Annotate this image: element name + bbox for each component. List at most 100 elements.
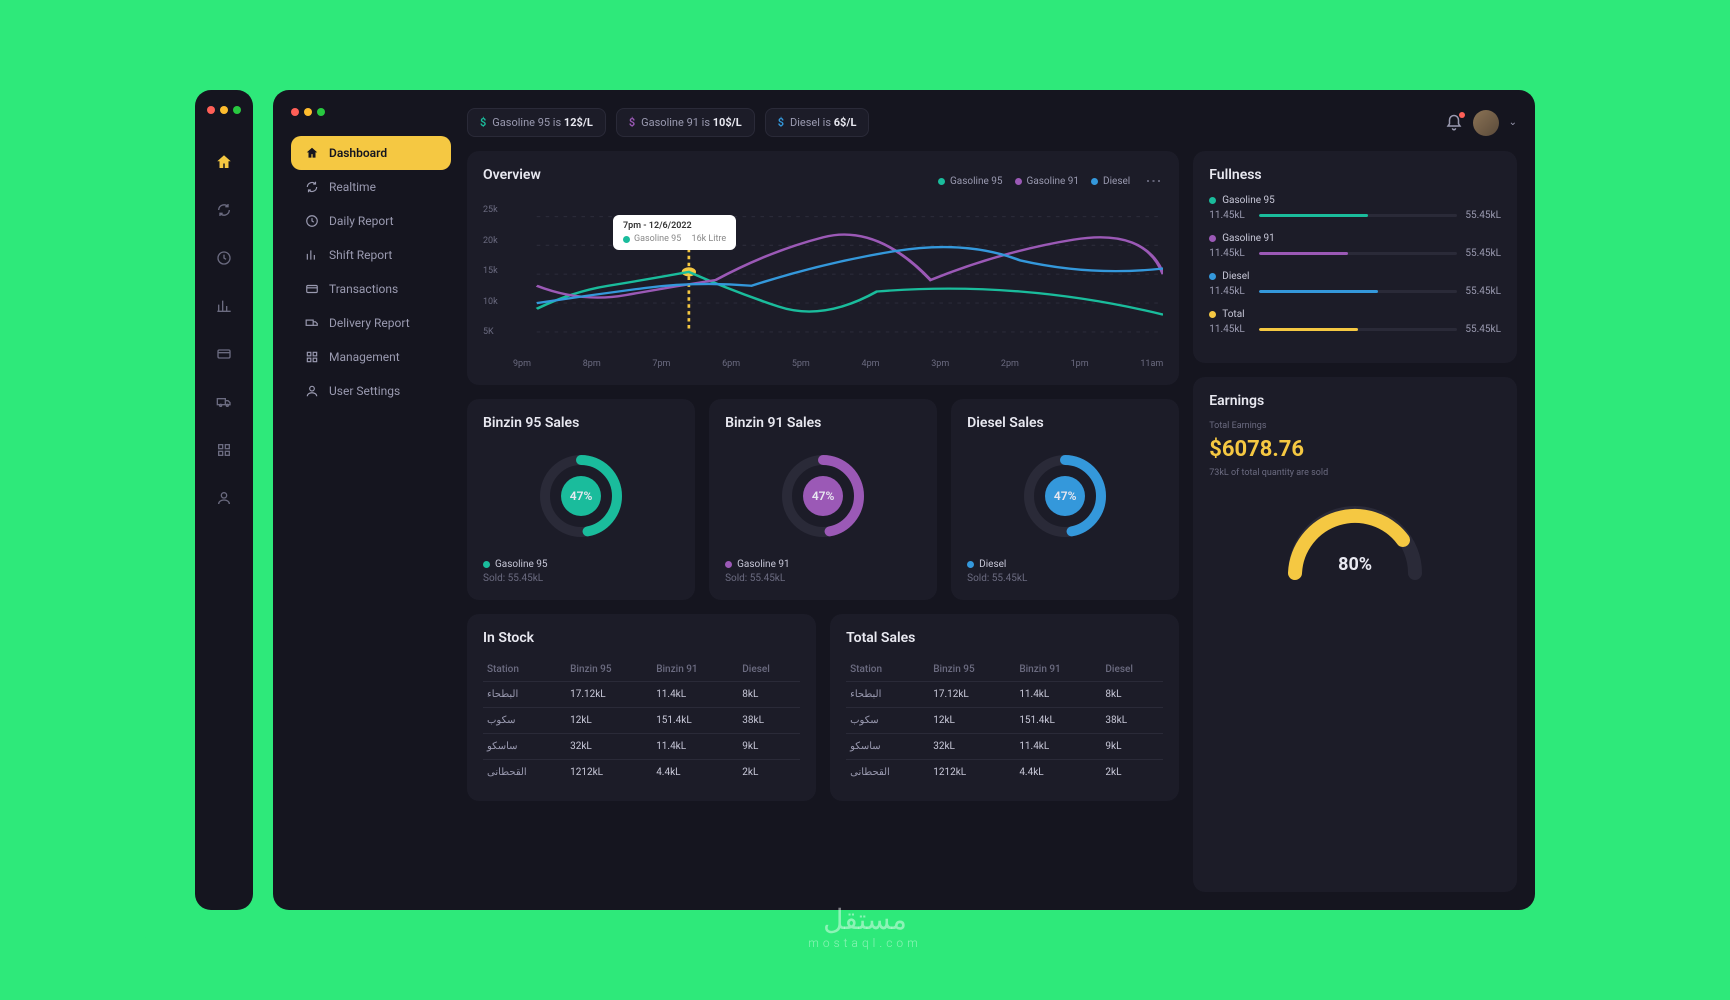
chevron-down-icon[interactable]: ⌄: [1509, 117, 1517, 128]
overview-card: Overview Gasoline 95Gasoline 91Diesel ⋮ …: [467, 151, 1179, 385]
sales-card: Diesel Sales 47% Diesel Sold: 55.45kL: [951, 399, 1179, 600]
table-header: Diesel: [738, 658, 800, 682]
table-row: سكوب12kL151.4kL38kL: [846, 708, 1163, 734]
table-row: القحطانى1212kL4.4kL2kL: [846, 760, 1163, 786]
table-header: Diesel: [1101, 658, 1163, 682]
nav-label: Management: [329, 350, 400, 364]
donut-pct: 47%: [536, 451, 626, 541]
tooltip-title: 7pm - 12/6/2022: [623, 221, 726, 231]
table-header: Station: [846, 658, 929, 682]
sidebar-item-realtime[interactable]: Realtime: [291, 170, 451, 204]
nav-label: User Settings: [329, 384, 400, 398]
sales-label: Diesel: [967, 559, 1163, 570]
table-header: Binzin 91: [1015, 658, 1101, 682]
sidebar-item-management[interactable]: Management: [291, 340, 451, 374]
sales-label: Gasoline 95: [483, 559, 679, 570]
gauge-pct: 80%: [1338, 554, 1372, 575]
close-dot[interactable]: [207, 106, 215, 114]
fullness-item: Gasoline 91 11.45kL 55.45kL: [1209, 233, 1501, 259]
chart-icon: [305, 248, 319, 262]
collapsed-sidebar: [195, 90, 253, 910]
content: $Gasoline 95 is 12$/L $Gasoline 91 is 10$…: [467, 108, 1517, 892]
earnings-gauge: 80%: [1209, 498, 1501, 583]
sales-title: Binzin 95 Sales: [483, 415, 679, 431]
chart-icon[interactable]: [214, 296, 234, 316]
close-dot[interactable]: [291, 108, 299, 116]
total-sales-card: Total Sales StationBinzin 95Binzin 91Die…: [830, 614, 1179, 801]
sidebar-item-user-settings[interactable]: User Settings: [291, 374, 451, 408]
window-controls: [291, 108, 451, 116]
in-stock-title: In Stock: [483, 630, 800, 646]
earnings-note: 73kL of total quantity are sold: [1209, 468, 1501, 478]
overview-title: Overview: [483, 167, 541, 183]
user-icon: [305, 384, 319, 398]
card-icon: [305, 282, 319, 296]
price-chip: $Gasoline 91 is 10$/L: [616, 108, 755, 137]
truck-icon[interactable]: [214, 392, 234, 412]
sidebar: DashboardRealtime Daily Report Shift Repor…: [291, 108, 451, 892]
bell-icon[interactable]: [1445, 114, 1463, 132]
user-icon[interactable]: [214, 488, 234, 508]
clock-icon: [305, 214, 319, 228]
sales-title: Binzin 91 Sales: [725, 415, 921, 431]
legend-item: Gasoline 95: [938, 176, 1003, 187]
sidebar-item-dashboard[interactable]: Dashboard: [291, 136, 451, 170]
watermark: مستقل mostaql.com: [808, 903, 922, 950]
sales-sold: Sold: 55.45kL: [725, 573, 921, 584]
refresh-icon: [305, 180, 319, 194]
table-header: Binzin 95: [566, 658, 652, 682]
topbar: $Gasoline 95 is 12$/L $Gasoline 91 is 10$…: [467, 108, 1517, 137]
sidebar-item-daily-report[interactable]: Daily Report: [291, 204, 451, 238]
grid-icon[interactable]: [214, 440, 234, 460]
earnings-sub: Total Earnings: [1209, 421, 1501, 431]
in-stock-table: StationBinzin 95Binzin 91Dieselالبطحاء17…: [483, 658, 800, 785]
price-chip: $Gasoline 95 is 12$/L: [467, 108, 606, 137]
table-row: سكوب12kL151.4kL38kL: [483, 708, 800, 734]
home-icon: [305, 146, 319, 160]
refresh-icon[interactable]: [214, 200, 234, 220]
legend-item: Gasoline 91: [1015, 176, 1080, 187]
legend-item: Diesel: [1091, 176, 1130, 187]
sales-card: Binzin 95 Sales 47% Gasoline 95 Sold: 55…: [467, 399, 695, 600]
sales-sold: Sold: 55.45kL: [967, 573, 1163, 584]
maximize-dot[interactable]: [317, 108, 325, 116]
avatar[interactable]: [1473, 110, 1499, 136]
more-icon[interactable]: ⋮: [1144, 173, 1163, 189]
table-header: Binzin 95: [929, 658, 1015, 682]
card-icon[interactable]: [214, 344, 234, 364]
minimize-dot[interactable]: [220, 106, 228, 114]
maximize-dot[interactable]: [233, 106, 241, 114]
earnings-amount: $6078.76: [1209, 437, 1501, 462]
sales-card: Binzin 91 Sales 47% Gasoline 91 Sold: 55…: [709, 399, 937, 600]
total-sales-title: Total Sales: [846, 630, 1163, 646]
nav-label: Shift Report: [329, 248, 392, 262]
overview-chart: 25k20k15k10k5K: [483, 205, 1163, 355]
grid-icon: [305, 350, 319, 364]
nav-label: Delivery Report: [329, 316, 410, 330]
truck-icon: [305, 316, 319, 330]
minimize-dot[interactable]: [304, 108, 312, 116]
dollar-icon: $: [480, 116, 486, 129]
fullness-item: Diesel 11.45kL 55.45kL: [1209, 271, 1501, 297]
earnings-card: Earnings Total Earnings $6078.76 73kL of…: [1193, 377, 1517, 892]
earnings-title: Earnings: [1209, 393, 1501, 409]
table-row: ساسكو32kL11.4kL9kL: [846, 734, 1163, 760]
sidebar-item-shift-report[interactable]: Shift Report: [291, 238, 451, 272]
table-row: ساسكو32kL11.4kL9kL: [483, 734, 800, 760]
clock-icon[interactable]: [214, 248, 234, 268]
nav-label: Transactions: [329, 282, 398, 296]
sales-label: Gasoline 91: [725, 559, 921, 570]
sidebar-item-delivery-report[interactable]: Delivery Report: [291, 306, 451, 340]
table-header: Station: [483, 658, 566, 682]
fullness-title: Fullness: [1209, 167, 1501, 183]
chart-tooltip: 7pm - 12/6/2022 Gasoline 95 16k Litre: [613, 215, 736, 250]
in-stock-card: In Stock StationBinzin 95Binzin 91Diesel…: [467, 614, 816, 801]
donut-pct: 47%: [1020, 451, 1110, 541]
nav-label: Daily Report: [329, 214, 394, 228]
home-icon[interactable]: [214, 152, 234, 172]
donut-pct: 47%: [778, 451, 868, 541]
window-controls: [207, 106, 241, 114]
fullness-card: Fullness Gasoline 95 11.45kL 55.45kL Gas…: [1193, 151, 1517, 363]
table-header: Binzin 91: [652, 658, 738, 682]
sidebar-item-transactions[interactable]: Transactions: [291, 272, 451, 306]
